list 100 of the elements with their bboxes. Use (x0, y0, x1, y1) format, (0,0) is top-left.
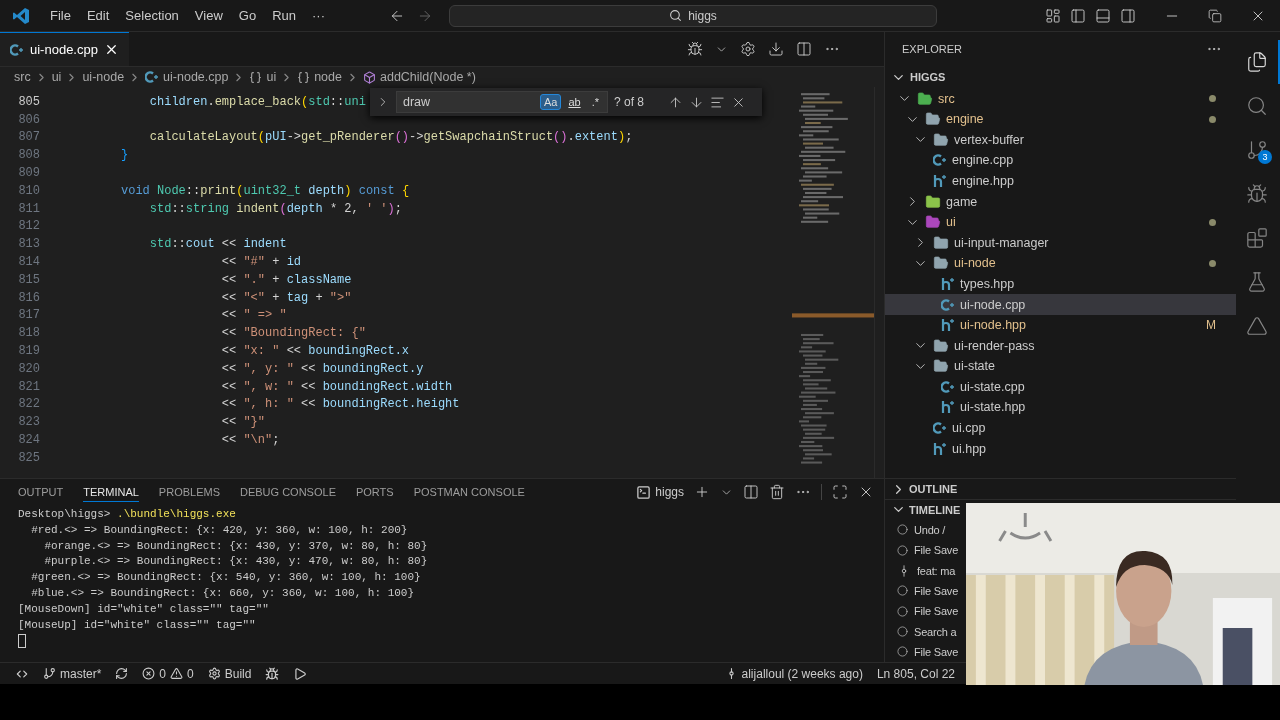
code-line: std::cout << indent (148, 237, 287, 252)
tree-item[interactable]: game (885, 191, 1236, 212)
timeline-item[interactable]: File Save (914, 584, 959, 597)
branch-button[interactable]: master* (36, 666, 109, 681)
header-file-icon (941, 318, 955, 333)
line-number: 825 (17, 450, 40, 465)
terminal-selector[interactable]: higgs (636, 484, 684, 500)
tree-item[interactable]: ui-state.hpp (885, 397, 1236, 418)
layout-icon[interactable] (1045, 7, 1061, 24)
find-option-toggle[interactable]: Aa (539, 94, 562, 110)
workspace-name: HIGGS (910, 71, 946, 84)
tree-item[interactable]: src (885, 88, 1236, 109)
panel-tab[interactable]: PORTS (355, 482, 394, 502)
menu-item[interactable]: ··· (304, 8, 333, 23)
panel-tab[interactable]: TERMINAL (83, 482, 139, 502)
panel-left-icon[interactable] (1070, 7, 1086, 24)
breadcrumb-item[interactable]: ui (51, 70, 62, 84)
tree-item[interactable]: ui.hpp (885, 438, 1236, 459)
tree-item[interactable]: ui-node (885, 253, 1236, 274)
build-label: Build (224, 666, 252, 681)
cursor-position[interactable]: Ln 805, Col 22 (869, 666, 962, 681)
search-icon (1246, 95, 1268, 117)
menu-item[interactable]: Edit (78, 8, 118, 23)
bug-icon (1246, 183, 1268, 205)
split-editor-icon[interactable] (796, 41, 812, 57)
tree-item[interactable]: engine.hpp (885, 170, 1236, 192)
file-name: ui-state.cpp (960, 379, 1026, 394)
circle-icon (897, 605, 908, 617)
maximize-icon[interactable] (832, 484, 848, 500)
tree-item[interactable]: ui (885, 211, 1236, 233)
restore-icon[interactable] (1208, 7, 1222, 24)
terminal-output-line: #red.<> => BoundingRect: {x: 420, y: 360, w: 100, h: 200} (30, 522, 409, 538)
triangle-icon (1246, 315, 1268, 337)
line-number: 811 (17, 201, 40, 216)
tree-item[interactable]: ui-node.hpp M (885, 314, 1236, 336)
breadcrumb-item[interactable]: ui (249, 70, 277, 84)
panel-tab[interactable]: PROBLEMS (158, 482, 220, 502)
split-terminal-icon[interactable] (743, 484, 759, 500)
settings-icon[interactable] (740, 41, 756, 57)
find-field[interactable]: draw Aa ab .* (396, 91, 608, 113)
count-badge: 3 (1258, 150, 1272, 164)
menu-item[interactable]: Go (230, 8, 265, 23)
workspace-header[interactable]: HIGGS (885, 66, 1236, 89)
menu-item[interactable]: File (42, 8, 79, 23)
plus-icon[interactable] (694, 484, 710, 500)
panel-tab[interactable]: DEBUG CONSOLE (240, 482, 336, 502)
command-center[interactable]: higgs (449, 4, 937, 27)
breadcrumb-item[interactable]: ui-node (82, 70, 125, 84)
play-icon (293, 666, 308, 681)
terminal-icon (636, 484, 652, 500)
code-line: << "\n"; (220, 433, 280, 448)
breadcrumb-item[interactable]: ui-node.cpp (145, 70, 229, 84)
breadcrumb-label: ui (266, 70, 277, 84)
panel-tab[interactable]: POSTMAN CONSOLE (413, 482, 525, 502)
find-option-toggle[interactable]: ab (564, 94, 585, 110)
tree-item[interactable]: vertex-buffer (885, 129, 1236, 151)
timeline-item[interactable]: File Save (914, 544, 959, 557)
tree-item[interactable]: engine (885, 108, 1236, 130)
build-button[interactable]: Build (200, 666, 259, 681)
menu-item[interactable]: View (186, 8, 231, 23)
breadcrumb-label: addChild(Node *) (380, 70, 476, 84)
branch-icon (43, 667, 56, 680)
terminal-name: higgs (655, 485, 684, 499)
down-arrow-icon[interactable] (689, 94, 704, 110)
tree-item[interactable]: ui-state (885, 356, 1236, 377)
breadcrumb-item[interactable]: addChild(Node *) (363, 70, 476, 84)
find-option-toggle[interactable]: .* (587, 94, 603, 110)
tree-item[interactable]: ui-node.cpp (885, 294, 1236, 315)
timeline-item[interactable]: File Save (914, 645, 959, 658)
find-in-selection-icon[interactable] (710, 94, 725, 110)
section-header[interactable]: TIMELINE (891, 502, 961, 518)
timeline-item[interactable]: File Save (914, 605, 959, 618)
tree-item[interactable]: types.hpp (885, 273, 1236, 295)
tree-item[interactable]: engine.cpp (885, 150, 1236, 171)
run-debug-icon[interactable] (687, 41, 703, 57)
activity-button[interactable]: 3 (1236, 128, 1280, 172)
trash-icon[interactable] (769, 484, 785, 500)
timeline-item[interactable]: Search a (914, 625, 957, 638)
tree-item[interactable]: ui.cpp (885, 417, 1236, 439)
tree-item[interactable]: ui-input-manager (885, 232, 1236, 253)
timeline-item[interactable]: feat: ma (917, 564, 956, 577)
download-icon[interactable] (768, 41, 784, 57)
tree-item[interactable]: ui-state.cpp (885, 376, 1236, 398)
editor-tab[interactable]: ui-node.cpp (0, 32, 129, 66)
panel-right-icon[interactable] (1120, 7, 1136, 24)
header-file-icon (933, 441, 947, 456)
menu-item[interactable]: Run (264, 8, 304, 23)
terminal-output-line: #purple.<> => BoundingRect: {x: 430, y: 470, w: 80, h: 80} (43, 554, 429, 570)
file-name: ui-node.hpp (960, 318, 1028, 333)
tree-item[interactable]: ui-render-pass (885, 335, 1236, 356)
menu-item[interactable]: Selection (117, 8, 187, 23)
panel-tab[interactable]: OUTPUT (18, 482, 64, 502)
problems-button[interactable]: 0 0 (135, 666, 201, 681)
breadcrumb-item[interactable]: src (14, 70, 31, 84)
timeline-item[interactable]: Undo / (914, 523, 946, 536)
line-number: 815 (17, 272, 40, 287)
breadcrumb-item[interactable]: node (297, 70, 342, 84)
section-header[interactable]: OUTLINE (891, 481, 958, 497)
panel-bottom-icon[interactable] (1095, 7, 1111, 24)
git-blame-item[interactable]: alijalloul (2 weeks ago) (717, 666, 870, 681)
